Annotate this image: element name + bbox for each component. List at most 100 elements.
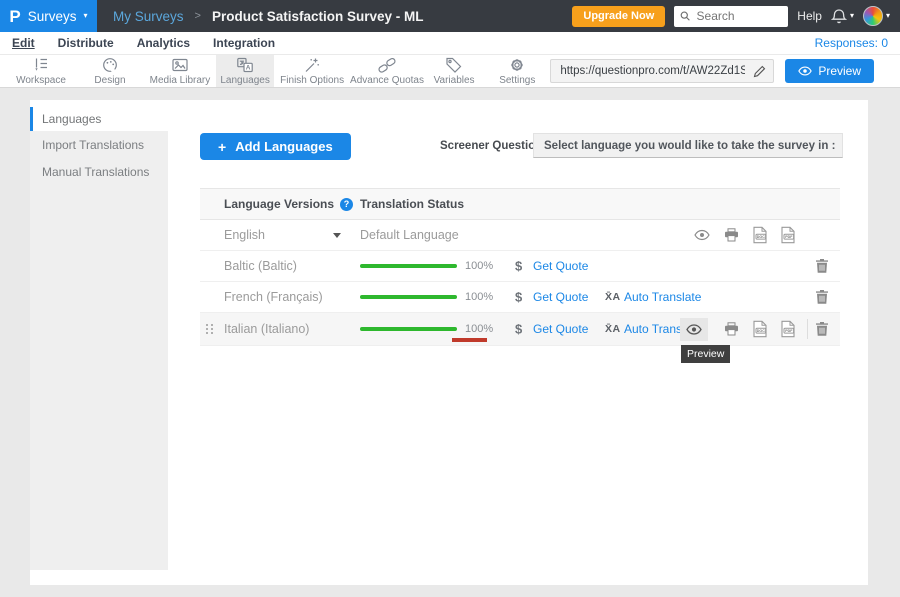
trash-icon <box>816 259 828 273</box>
language-name: Baltic (Baltic) <box>224 259 297 273</box>
product-switcher-label: Surveys <box>28 9 77 24</box>
tab-media-library[interactable]: Media Library <box>144 55 216 87</box>
translation-progress-bar <box>360 327 457 331</box>
edit-pencil-icon[interactable] <box>753 65 766 78</box>
help-link[interactable]: Help <box>797 9 822 23</box>
print-language-button[interactable] <box>724 322 739 336</box>
svg-text:DOC: DOC <box>757 235 765 239</box>
breadcrumb-my-surveys[interactable]: My Surveys <box>113 9 184 24</box>
screener-question-select[interactable]: Select language you would like to take t… <box>533 133 843 158</box>
language-name: French (Français) <box>224 290 323 304</box>
default-language-status: Default Language <box>360 228 459 242</box>
pdf-file-icon: PDF <box>781 321 795 338</box>
delete-language-button[interactable] <box>816 259 828 273</box>
doc-file-icon: DOC <box>753 321 767 338</box>
account-menu-button[interactable]: ▾ <box>863 6 890 26</box>
auto-translate-link[interactable]: Auto Translate <box>624 290 701 304</box>
magic-wand-icon <box>302 56 322 74</box>
help-question-icon[interactable]: ? <box>340 198 353 211</box>
sidebar-item-languages[interactable]: Languages <box>30 107 168 131</box>
chevron-down-icon: ▾ <box>886 12 890 20</box>
export-doc-button[interactable]: DOC <box>753 227 767 244</box>
table-row-french: French (Français) 100% $ Get Quote X̄A A… <box>200 282 840 313</box>
survey-title: Product Satisfaction Survey - ML <box>212 9 424 24</box>
dollar-icon: $ <box>515 290 522 305</box>
table-header: Language Versions ? Translation Status <box>200 188 840 220</box>
notifications-button[interactable]: ▾ <box>831 8 854 25</box>
drag-handle[interactable] <box>206 324 213 334</box>
tab-design[interactable]: Design <box>76 55 144 87</box>
preview-language-button[interactable] <box>680 318 708 341</box>
language-name: Italian (Italiano) <box>224 322 309 336</box>
language-name: English <box>224 228 265 242</box>
table-row-english: English Default Language DOC PDF <box>200 220 840 251</box>
languages-content: + Add Languages Screener Question : Sele… <box>168 100 868 585</box>
doc-file-icon: DOC <box>753 227 767 244</box>
translate-icon: X̄A <box>605 291 621 303</box>
sidebar-filler <box>30 185 168 570</box>
nav-tab-distribute[interactable]: Distribute <box>58 36 114 50</box>
add-languages-button[interactable]: + Add Languages <box>200 133 351 160</box>
dollar-icon: $ <box>515 322 522 337</box>
sidebar-item-manual-translations[interactable]: Manual Translations <box>30 158 168 185</box>
delete-language-button[interactable] <box>816 290 828 304</box>
language-dropdown-caret[interactable] <box>333 233 341 238</box>
eye-icon <box>686 324 702 335</box>
chevron-down-icon: ▾ <box>84 12 88 20</box>
chain-links-icon <box>377 56 397 74</box>
questionpro-logo-icon: P <box>9 8 20 25</box>
dollar-icon: $ <box>515 259 522 274</box>
preview-button[interactable]: Preview <box>785 59 874 83</box>
upgrade-button[interactable]: Upgrade Now <box>572 6 665 27</box>
tab-advance-quotas[interactable]: Advance Quotas <box>350 55 424 87</box>
pdf-file-icon: PDF <box>781 227 795 244</box>
search-box[interactable] <box>674 6 788 27</box>
tag-icon <box>444 56 464 74</box>
survey-nav: Edit Distribute Analytics Integration Re… <box>0 32 900 55</box>
table-row-baltic: Baltic (Baltic) 100% $ Get Quote <box>200 251 840 282</box>
add-languages-label: Add Languages <box>235 139 333 154</box>
sidebar-item-import-translations[interactable]: Import Translations <box>30 131 168 158</box>
search-input[interactable] <box>695 8 783 24</box>
get-quote-link[interactable]: Get Quote <box>533 290 588 304</box>
nav-tab-analytics[interactable]: Analytics <box>137 36 190 50</box>
export-pdf-button[interactable]: PDF <box>781 227 795 244</box>
trash-icon <box>816 322 828 336</box>
annotation-red-underline <box>452 338 487 342</box>
export-pdf-button[interactable]: PDF <box>781 321 795 338</box>
translation-percent: 100% <box>465 323 493 335</box>
translate-icon: X̄A <box>605 323 621 335</box>
svg-text:PDF: PDF <box>785 235 793 239</box>
breadcrumb-separator: > <box>195 10 201 22</box>
media-library-icon <box>170 56 190 74</box>
preview-tooltip: Preview <box>681 345 730 363</box>
edit-toolbar: Workspace Design Media Library A Languag… <box>0 55 900 88</box>
icon-divider <box>807 319 808 339</box>
plus-icon: + <box>218 139 226 155</box>
tab-workspace[interactable]: Workspace <box>6 55 76 87</box>
tab-settings[interactable]: Settings <box>484 55 550 87</box>
trash-icon <box>816 290 828 304</box>
topbar-actions: Upgrade Now Help ▾ ▾ <box>572 6 900 27</box>
gear-icon <box>507 56 527 74</box>
preview-language-button[interactable] <box>694 230 710 241</box>
translation-progress-bar <box>360 264 457 268</box>
breadcrumb: My Surveys > Product Satisfaction Survey… <box>113 9 424 24</box>
export-doc-button[interactable]: DOC <box>753 321 767 338</box>
eye-icon <box>694 230 710 241</box>
tab-finish-options[interactable]: Finish Options <box>274 55 350 87</box>
tab-languages[interactable]: A Languages <box>216 55 274 87</box>
get-quote-link[interactable]: Get Quote <box>533 259 588 273</box>
nav-tab-edit[interactable]: Edit <box>12 36 35 50</box>
tab-variables[interactable]: Variables <box>424 55 484 87</box>
survey-url-input[interactable] <box>558 64 747 78</box>
print-language-button[interactable] <box>724 228 739 242</box>
nav-tab-integration[interactable]: Integration <box>213 36 275 50</box>
languages-icon: A <box>235 56 255 74</box>
table-row-italian: Italian (Italiano) 100% $ Get Quote X̄A … <box>200 313 840 346</box>
brand-logo[interactable]: P Surveys ▾ <box>0 0 97 32</box>
workspace-icon <box>31 56 51 74</box>
get-quote-link[interactable]: Get Quote <box>533 322 588 336</box>
delete-language-button[interactable] <box>816 322 828 336</box>
responses-count[interactable]: Responses: 0 <box>815 36 888 50</box>
